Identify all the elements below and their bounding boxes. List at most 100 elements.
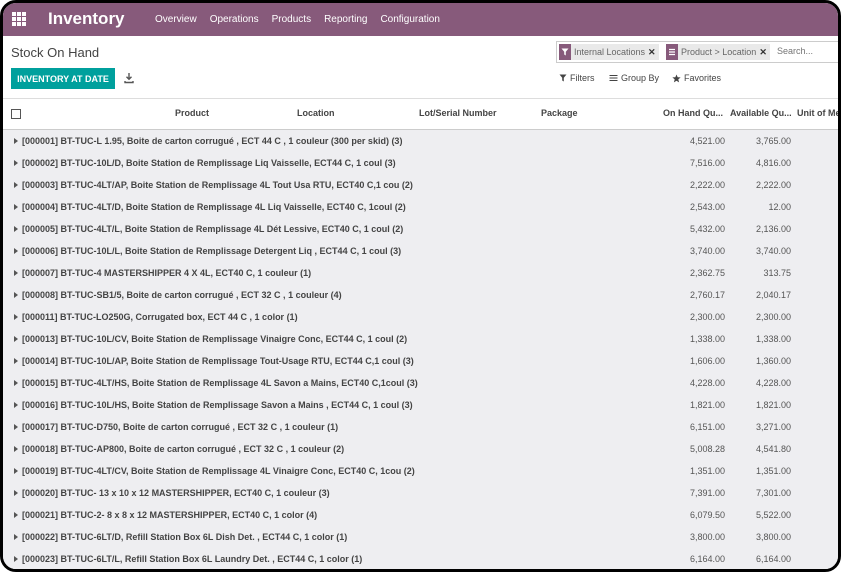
available-quantity: 1,338.00 [755, 334, 791, 344]
group-label: [000021] BT-TUC-2- 8 x 8 x 12 MASTERSHIP… [22, 510, 318, 520]
on-hand-quantity: 1,351.00 [689, 466, 725, 476]
caret-right-icon [14, 226, 18, 232]
group-row[interactable]: [000016] BT-TUC-10L/HS, Boite Station de… [3, 394, 838, 417]
caret-right-icon [14, 204, 18, 210]
available-quantity: 6,164.00 [755, 554, 791, 564]
available-quantity: 2,040.17 [755, 290, 791, 300]
on-hand-quantity: 2,362.75 [689, 268, 725, 278]
group-row[interactable]: [000005] BT-TUC-4LT/L, Boite Station de … [3, 218, 838, 241]
caret-right-icon [14, 292, 18, 298]
on-hand-quantity: 6,079.50 [689, 510, 725, 520]
search-input[interactable] [777, 44, 838, 58]
available-quantity: 4,228.00 [755, 378, 791, 388]
group-row[interactable]: [000020] BT-TUC- 13 x 10 x 12 MASTERSHIP… [3, 482, 838, 505]
available-quantity: 2,136.00 [755, 224, 791, 234]
available-quantity: 1,351.00 [755, 466, 791, 476]
caret-right-icon [14, 402, 18, 408]
group-row[interactable]: [000017] BT-TUC-D750, Boite de carton co… [3, 416, 838, 439]
close-icon[interactable]: ✕ [648, 47, 659, 58]
close-icon[interactable]: ✕ [759, 47, 770, 58]
on-hand-quantity: 2,300.00 [689, 312, 725, 322]
group-label: [000011] BT-TUC-LO250G, Corrugated box, … [22, 312, 298, 322]
stock-table: Product Location Lot/Serial Number Packa… [3, 99, 838, 569]
group-label: [000004] BT-TUC-4LT/D, Boite Station de … [22, 202, 406, 212]
star-icon [672, 73, 681, 82]
filter-icon [559, 74, 567, 82]
group-row[interactable]: [000015] BT-TUC-4LT/HS, Boite Station de… [3, 372, 838, 395]
on-hand-quantity: 4,228.00 [689, 378, 725, 388]
group-row[interactable]: [000018] BT-TUC-AP800, Boite de carton c… [3, 438, 838, 461]
menu-item-overview[interactable]: Overview [155, 14, 197, 25]
group-row[interactable]: [000021] BT-TUC-2- 8 x 8 x 12 MASTERSHIP… [3, 504, 838, 527]
column-header-uom[interactable]: Unit of Me [797, 108, 838, 118]
group-row[interactable]: [000019] BT-TUC-4LT/CV, Boite Station de… [3, 460, 838, 483]
available-quantity: 3,740.00 [755, 246, 791, 256]
caret-right-icon [14, 468, 18, 474]
group-row[interactable]: [000003] BT-TUC-4LT/AP, Boite Station de… [3, 174, 838, 197]
app-title[interactable]: Inventory [48, 8, 125, 30]
group-row[interactable]: [000001] BT-TUC-L 1.95, Boite de carton … [3, 130, 838, 153]
group-row[interactable]: [000007] BT-TUC-4 MASTERSHIPPER 4 X 4L, … [3, 262, 838, 285]
available-quantity: 12.00 [768, 202, 791, 212]
control-panel: Stock On Hand INVENTORY AT DATE Internal… [3, 36, 838, 99]
available-quantity: 4,816.00 [755, 158, 791, 168]
page-title: Stock On Hand [11, 45, 100, 60]
group-label: [000016] BT-TUC-10L/HS, Boite Station de… [22, 400, 413, 410]
facet-internal-locations: Internal Locations ✕ [559, 44, 659, 60]
list-icon [609, 74, 618, 82]
inventory-at-date-button[interactable]: INVENTORY AT DATE [11, 68, 115, 89]
column-header-package[interactable]: Package [541, 108, 578, 118]
caret-right-icon [14, 358, 18, 364]
group-label: [000003] BT-TUC-4LT/AP, Boite Station de… [22, 180, 413, 190]
group-row[interactable]: [000022] BT-TUC-6LT/D, Refill Station Bo… [3, 526, 838, 549]
column-header-on-hand[interactable]: On Hand Qu... [663, 108, 723, 118]
list-icon [666, 44, 678, 60]
group-label: [000007] BT-TUC-4 MASTERSHIPPER 4 X 4L, … [22, 268, 312, 278]
caret-right-icon [14, 556, 18, 562]
on-hand-quantity: 2,543.00 [689, 202, 725, 212]
menu-item-reporting[interactable]: Reporting [324, 14, 367, 25]
menu-item-configuration[interactable]: Configuration [380, 14, 439, 25]
select-all-checkbox[interactable] [11, 109, 21, 119]
menu-item-operations[interactable]: Operations [210, 14, 259, 25]
favorites-dropdown[interactable]: Favorites [672, 73, 721, 83]
group-row[interactable]: [000014] BT-TUC-10L/AP, Boite Station de… [3, 350, 838, 373]
group-row[interactable]: [000002] BT-TUC-10L/D, Boite Station de … [3, 152, 838, 175]
column-header-available[interactable]: Available Qu... [730, 108, 792, 118]
column-header-product[interactable]: Product [175, 108, 209, 118]
group-label: [000005] BT-TUC-4LT/L, Boite Station de … [22, 224, 404, 234]
group-row[interactable]: [000013] BT-TUC-10L/CV, Boite Station de… [3, 328, 838, 351]
group-label: [000008] BT-TUC-SB1/5, Boite de carton c… [22, 290, 342, 300]
group-row[interactable]: [000023] BT-TUC-6LT/L, Refill Station Bo… [3, 548, 838, 569]
caret-right-icon [14, 424, 18, 430]
group-label: [000014] BT-TUC-10L/AP, Boite Station de… [22, 356, 414, 366]
column-header-location[interactable]: Location [297, 108, 335, 118]
column-header-lot[interactable]: Lot/Serial Number [419, 108, 497, 118]
top-navbar: Inventory Overview Operations Products R… [3, 3, 838, 36]
available-quantity: 3,800.00 [755, 532, 791, 542]
on-hand-quantity: 2,760.17 [689, 290, 725, 300]
group-label: [000019] BT-TUC-4LT/CV, Boite Station de… [22, 466, 415, 476]
apps-grid-icon[interactable] [12, 12, 26, 26]
on-hand-quantity: 3,800.00 [689, 532, 725, 542]
caret-right-icon [14, 314, 18, 320]
on-hand-quantity: 6,164.00 [689, 554, 725, 564]
group-row[interactable]: [000008] BT-TUC-SB1/5, Boite de carton c… [3, 284, 838, 307]
group-row[interactable]: [000006] BT-TUC-10L/L, Boite Station de … [3, 240, 838, 263]
filters-dropdown[interactable]: Filters [559, 73, 595, 83]
group-label: [000015] BT-TUC-4LT/HS, Boite Station de… [22, 378, 418, 388]
available-quantity: 7,301.00 [755, 488, 791, 498]
group-row[interactable]: [000011] BT-TUC-LO250G, Corrugated box, … [3, 306, 838, 329]
caret-right-icon [14, 534, 18, 540]
available-quantity: 3,271.00 [755, 422, 791, 432]
group-label: [000002] BT-TUC-10L/D, Boite Station de … [22, 158, 396, 168]
menu-item-products[interactable]: Products [272, 14, 311, 25]
on-hand-quantity: 3,740.00 [689, 246, 725, 256]
download-icon[interactable] [123, 72, 135, 84]
group-label: [000018] BT-TUC-AP800, Boite de carton c… [22, 444, 345, 454]
on-hand-quantity: 7,516.00 [689, 158, 725, 168]
group-by-dropdown[interactable]: Group By [609, 73, 659, 83]
caret-right-icon [14, 446, 18, 452]
group-row[interactable]: [000004] BT-TUC-4LT/D, Boite Station de … [3, 196, 838, 219]
on-hand-quantity: 6,151.00 [689, 422, 725, 432]
